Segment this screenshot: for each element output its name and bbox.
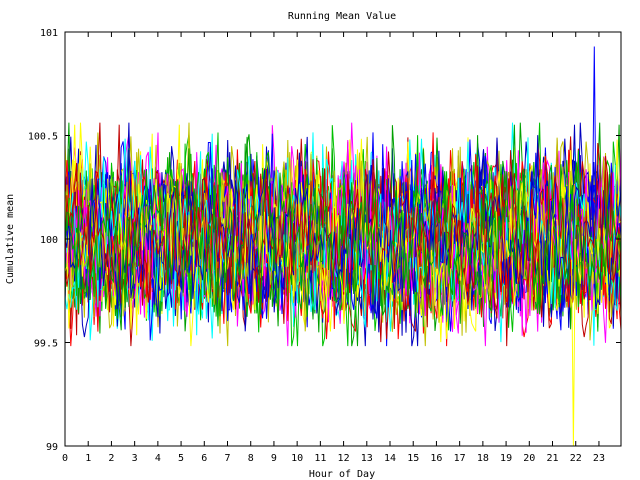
y-tick-label: 99.5: [34, 339, 58, 350]
x-tick-label: 9: [271, 453, 277, 464]
x-tick-label: 14: [384, 453, 396, 464]
x-tick-label: 21: [546, 453, 558, 464]
x-tick-label: 17: [454, 453, 466, 464]
running-mean-chart: Running Mean Value 0 1 2 3 4 5 6 7 8 9 10 11 12 13 14 1…: [5, 11, 622, 480]
x-tick-label: 0: [62, 453, 68, 464]
x-tick-label: 15: [407, 453, 419, 464]
y-tick-label: 100.5: [28, 132, 58, 143]
x-tick-label: 10: [291, 453, 303, 464]
x-tick-label: 22: [570, 453, 582, 464]
x-tick-label: 18: [477, 453, 489, 464]
x-axis-label: Hour of Day: [309, 469, 375, 480]
series-layer: [64, 46, 622, 447]
y-tick-label: 101: [40, 28, 58, 39]
x-tick-label: 16: [430, 453, 442, 464]
x-tick-label: 23: [593, 453, 605, 464]
x-tick-label: 4: [155, 453, 161, 464]
x-tick-label: 11: [314, 453, 326, 464]
x-tick-label: 12: [338, 453, 350, 464]
x-tick-label: 19: [500, 453, 512, 464]
chart-title: Running Mean Value: [288, 11, 396, 22]
y-tick-label: 100: [40, 235, 58, 246]
x-tick-label: 1: [85, 453, 91, 464]
x-tick-label: 3: [132, 453, 138, 464]
x-tick-label: 2: [108, 453, 114, 464]
x-tick-label: 20: [523, 453, 535, 464]
y-axis-label: Cumulative mean: [5, 194, 16, 284]
y-tick-label: 99: [46, 442, 58, 453]
x-tick-label: 5: [178, 453, 184, 464]
x-tick-label: 13: [361, 453, 373, 464]
x-tick-label: 7: [224, 453, 230, 464]
x-tick-label: 8: [248, 453, 254, 464]
x-tick-label: 6: [201, 453, 207, 464]
